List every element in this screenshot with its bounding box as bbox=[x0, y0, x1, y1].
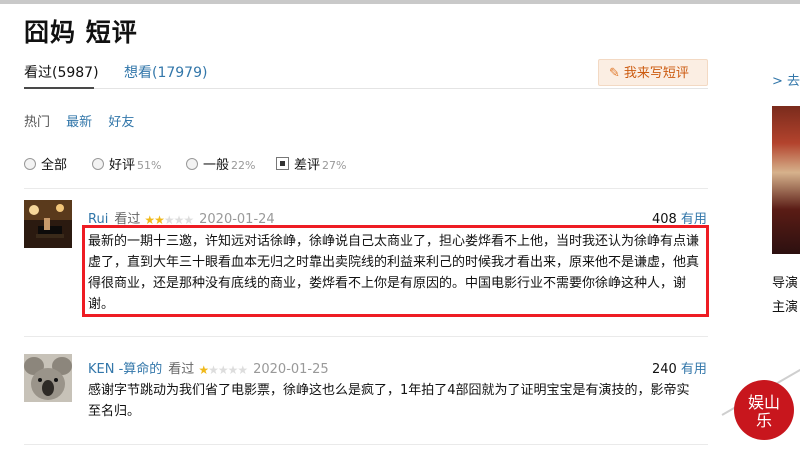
filter-positive-percent: 51% bbox=[137, 159, 162, 172]
divider bbox=[24, 444, 708, 445]
filter-neutral-label: 一般 bbox=[203, 158, 230, 173]
filter-negative-percent: 27% bbox=[322, 159, 347, 172]
filter-all-label: 全部 bbox=[41, 158, 68, 173]
checked-box-icon[interactable] bbox=[276, 157, 289, 170]
tab-watched[interactable]: 看过(5987) bbox=[24, 62, 99, 82]
radio-icon[interactable] bbox=[92, 158, 104, 170]
movie-poster[interactable] bbox=[772, 106, 800, 254]
filter-neutral-percent: 22% bbox=[231, 159, 256, 172]
sort-friends[interactable]: 好友 bbox=[108, 115, 134, 130]
radio-icon[interactable] bbox=[24, 158, 36, 170]
write-review-label: 我来写短评 bbox=[623, 66, 689, 81]
comment-meta: KEN -算命的 看过 ★★★★★ 2020-01-25 bbox=[88, 358, 329, 377]
sidebar-cast-label: 主演 bbox=[772, 300, 799, 315]
filter-negative-label: 差评 bbox=[294, 158, 321, 173]
radio-icon[interactable] bbox=[186, 158, 198, 170]
comment-user[interactable]: KEN -算命的 bbox=[88, 362, 162, 377]
comment-date: 2020-01-25 bbox=[253, 362, 329, 377]
comment-text: 感谢字节跳动为我们省了电影票，徐峥这也么是疯了，1年拍了4部囧就为了证明宝宝是有… bbox=[88, 383, 690, 419]
pencil-icon: ✎ bbox=[609, 66, 620, 81]
page-title: 囧妈 短评 bbox=[24, 18, 138, 47]
filter-positive-label: 好评 bbox=[109, 158, 136, 173]
active-tab-indicator bbox=[24, 87, 94, 89]
sort-latest[interactable]: 最新 bbox=[66, 115, 92, 130]
vote-count: 240 有用 bbox=[652, 358, 707, 377]
sidebar-director-label: 导演 bbox=[772, 276, 799, 291]
filter-positive[interactable]: 好评 51% bbox=[92, 154, 161, 173]
rating-stars: ★★★★★ bbox=[198, 363, 248, 377]
svg-text:娱山: 娱山 bbox=[748, 393, 780, 412]
avatar-image bbox=[24, 200, 72, 248]
svg-text:乐: 乐 bbox=[756, 411, 772, 430]
highlight-box bbox=[82, 225, 709, 317]
sort-options: 热门 最新 好友 bbox=[24, 111, 146, 130]
vote-number: 240 bbox=[652, 362, 677, 377]
filter-negative[interactable]: 差评 27% bbox=[276, 154, 346, 173]
sidebar-link[interactable]: > 去 bbox=[772, 70, 800, 89]
tabs-divider bbox=[24, 88, 708, 89]
useful-button[interactable]: 有用 bbox=[681, 362, 707, 377]
watermark-seal: 娱山 乐 bbox=[734, 380, 794, 440]
avatar[interactable] bbox=[24, 200, 72, 248]
divider bbox=[24, 188, 708, 189]
comment-status: 看过 bbox=[168, 362, 195, 377]
tab-want-to-watch[interactable]: 想看(17979) bbox=[124, 62, 207, 82]
filter-neutral[interactable]: 一般 22% bbox=[186, 154, 255, 173]
koala-avatar-image bbox=[24, 354, 72, 402]
filter-all[interactable]: 全部 bbox=[24, 154, 67, 173]
avatar[interactable] bbox=[24, 354, 72, 402]
sort-hot[interactable]: 热门 bbox=[24, 115, 50, 130]
comments-page: 囧妈 短评 看过(5987) 想看(17979) ✎ 我来写短评 热门 最新 好友… bbox=[0, 4, 724, 450]
write-review-button[interactable]: ✎ 我来写短评 bbox=[598, 59, 708, 86]
divider bbox=[24, 336, 708, 337]
